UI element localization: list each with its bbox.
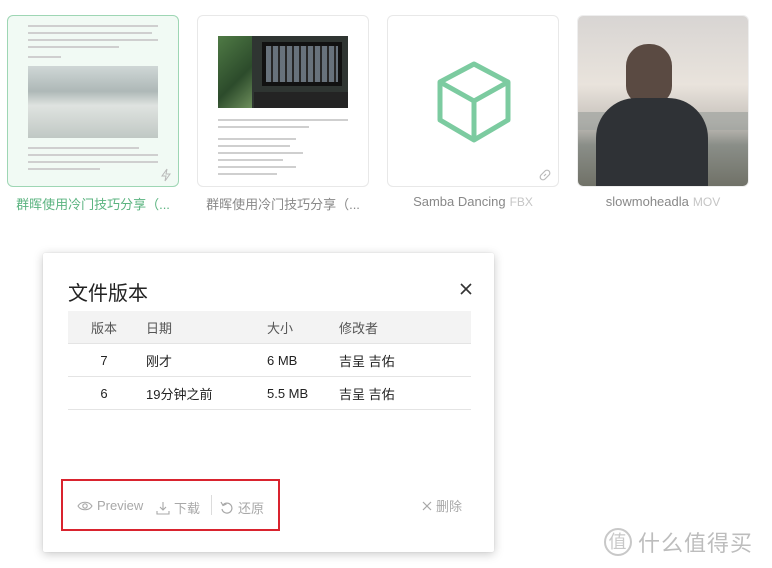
restore-button[interactable]: 还原: [220, 498, 264, 517]
download-label: 下载: [174, 501, 201, 516]
version-actions-highlight: Preview 下载 还原: [61, 479, 280, 531]
file-name-doc-2[interactable]: 群晖使用冷门技巧分享（...: [197, 194, 369, 213]
preview-label: Preview: [97, 498, 144, 513]
close-icon: [422, 501, 432, 510]
file-name-video[interactable]: slowmoheadla MOV: [577, 194, 749, 209]
row-date: 19分钟之前: [140, 376, 266, 410]
watermark-logo: 值: [604, 528, 632, 556]
row-modifier: 吉呈 吉佑: [338, 343, 471, 377]
file-card-model[interactable]: [387, 15, 559, 187]
file-version-dialog: 文件版本 版本 日期 大小 修改者 7 刚才 6 MB 吉呈 吉佑 6 19分钟…: [43, 253, 494, 552]
file-name-model[interactable]: Samba Dancing FBX: [387, 194, 559, 209]
delete-button[interactable]: 删除: [422, 496, 462, 515]
action-divider: [211, 495, 212, 515]
video-thumbnail: [578, 16, 748, 186]
row-date: 刚才: [140, 343, 266, 377]
link-icon: [539, 169, 551, 181]
table-row[interactable]: 6 19分钟之前 5.5 MB 吉呈 吉佑: [68, 376, 471, 410]
version-table: 版本 日期 大小 修改者 7 刚才 6 MB 吉呈 吉佑 6 19分钟之前 5.…: [68, 311, 471, 410]
site-watermark: 值 什么值得买: [604, 526, 753, 558]
column-date: 日期: [140, 311, 266, 344]
eye-icon: [77, 501, 93, 510]
download-icon: [156, 501, 170, 515]
table-header: 版本 日期 大小 修改者: [68, 311, 471, 344]
watermark-text: 什么值得买: [638, 531, 754, 556]
preview-button[interactable]: Preview: [77, 498, 143, 513]
table-row[interactable]: 7 刚才 6 MB 吉呈 吉佑: [68, 343, 471, 377]
dialog-title: 文件版本: [68, 283, 148, 305]
doc-thumbnail-image: [28, 66, 158, 138]
row-size: 6 MB: [266, 343, 338, 377]
doc-thumbnail-text: [218, 114, 348, 180]
close-icon[interactable]: [458, 281, 474, 297]
file-name-doc-1[interactable]: 群晖使用冷门技巧分享（...: [7, 194, 179, 213]
doc-thumbnail: [28, 20, 158, 63]
restore-label: 还原: [238, 501, 265, 516]
column-size: 大小: [266, 311, 338, 344]
download-button[interactable]: 下载: [156, 498, 200, 517]
file-card-video[interactable]: [577, 15, 749, 187]
column-modifier: 修改者: [338, 311, 471, 344]
cube-icon: [437, 61, 511, 143]
row-version: 7: [68, 343, 140, 377]
file-card-doc-1[interactable]: [7, 15, 179, 187]
file-card-doc-2[interactable]: [197, 15, 369, 187]
doc-thumbnail-text: [28, 142, 158, 175]
row-size: 5.5 MB: [266, 376, 338, 410]
row-version: 6: [68, 376, 140, 410]
undo-icon: [220, 501, 233, 514]
lightning-icon: [161, 168, 171, 182]
row-modifier: 吉呈 吉佑: [338, 376, 471, 410]
delete-label: 删除: [435, 499, 462, 514]
column-version: 版本: [68, 311, 140, 344]
doc-thumbnail-image: [218, 36, 348, 108]
